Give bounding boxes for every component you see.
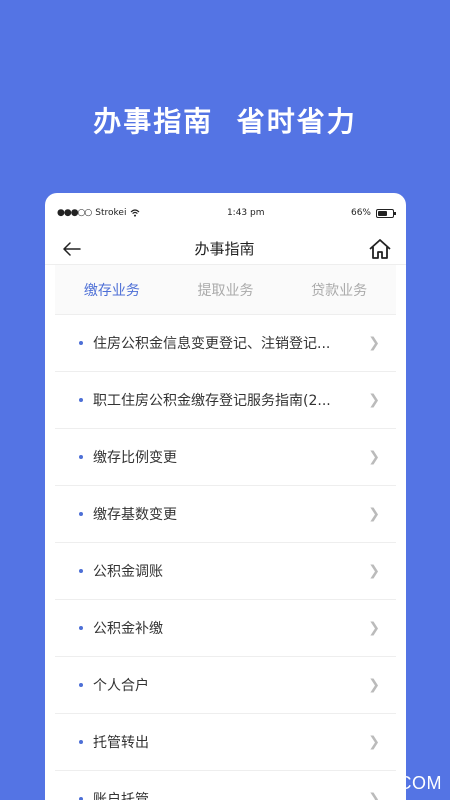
status-bar: ●●●○○ Strokei 1:43 pm 66% — [45, 193, 406, 233]
bullet-icon — [79, 683, 83, 687]
chevron-right-icon: ❯ — [368, 620, 380, 636]
list-item[interactable]: 住房公积金信息变更登记、注销登记... ❯ — [55, 315, 396, 372]
list-item[interactable]: 托管转出 ❯ — [55, 714, 396, 771]
tab-loan[interactable]: 贷款业务 — [311, 280, 367, 300]
page-title: 办事指南 — [194, 240, 255, 258]
chevron-right-icon: ❯ — [368, 734, 380, 750]
tab-deposit[interactable]: 缴存业务 — [84, 280, 140, 300]
item-label: 职工住房公积金缴存登记服务指南(2... — [93, 393, 331, 409]
chevron-right-icon: ❯ — [368, 335, 380, 351]
chevron-right-icon: ❯ — [368, 449, 380, 465]
signal-icon: ●●●○○ — [57, 208, 92, 218]
item-label: 缴存比例变更 — [93, 450, 177, 466]
phone-screen: ●●●○○ Strokei 1:43 pm 66% 办事指南 缴存业务 提取业务… — [45, 193, 406, 800]
bullet-icon — [79, 398, 83, 402]
item-label: 托管转出 — [93, 735, 149, 751]
bullet-icon — [79, 512, 83, 516]
item-label: 公积金调账 — [93, 564, 163, 580]
bullet-icon — [79, 740, 83, 744]
list-item[interactable]: 个人合户 ❯ — [55, 657, 396, 714]
home-icon[interactable] — [368, 238, 392, 260]
tab-bar: 缴存业务 提取业务 贷款业务 — [55, 265, 396, 315]
list-item[interactable]: 公积金调账 ❯ — [55, 543, 396, 600]
navigation-bar: 办事指南 — [45, 233, 406, 265]
list-item[interactable]: 缴存基数变更 ❯ — [55, 486, 396, 543]
tab-withdraw[interactable]: 提取业务 — [197, 280, 253, 300]
watermark: QQTF.COM — [343, 773, 442, 793]
chevron-right-icon: ❯ — [368, 392, 380, 408]
guide-list: 住房公积金信息变更登记、注销登记... ❯ 职工住房公积金缴存登记服务指南(2.… — [45, 315, 406, 800]
chevron-right-icon: ❯ — [368, 506, 380, 522]
list-item[interactable]: 缴存比例变更 ❯ — [55, 429, 396, 486]
bullet-icon — [79, 626, 83, 630]
carrier-label: Strokei — [95, 208, 127, 218]
promo-headline: 办事指南 省时省力 — [93, 105, 357, 138]
item-label: 公积金补缴 — [93, 621, 163, 637]
list-item[interactable]: 职工住房公积金缴存登记服务指南(2... ❯ — [55, 372, 396, 429]
bullet-icon — [79, 569, 83, 573]
chevron-right-icon: ❯ — [368, 563, 380, 579]
bullet-icon — [79, 341, 83, 345]
clock: 1:43 pm — [226, 208, 265, 218]
item-label: 账户托管 — [93, 792, 149, 800]
wifi-icon — [131, 209, 140, 217]
item-label: 个人合户 — [93, 678, 149, 694]
list-item[interactable]: 公积金补缴 ❯ — [55, 600, 396, 657]
battery-icon — [376, 208, 396, 218]
item-label: 住房公积金信息变更登记、注销登记... — [93, 336, 331, 352]
battery-percent: 66% — [350, 208, 371, 218]
bullet-icon — [79, 455, 83, 459]
item-label: 缴存基数变更 — [93, 507, 177, 523]
arrow-left-icon[interactable] — [63, 241, 81, 256]
chevron-right-icon: ❯ — [368, 677, 380, 693]
